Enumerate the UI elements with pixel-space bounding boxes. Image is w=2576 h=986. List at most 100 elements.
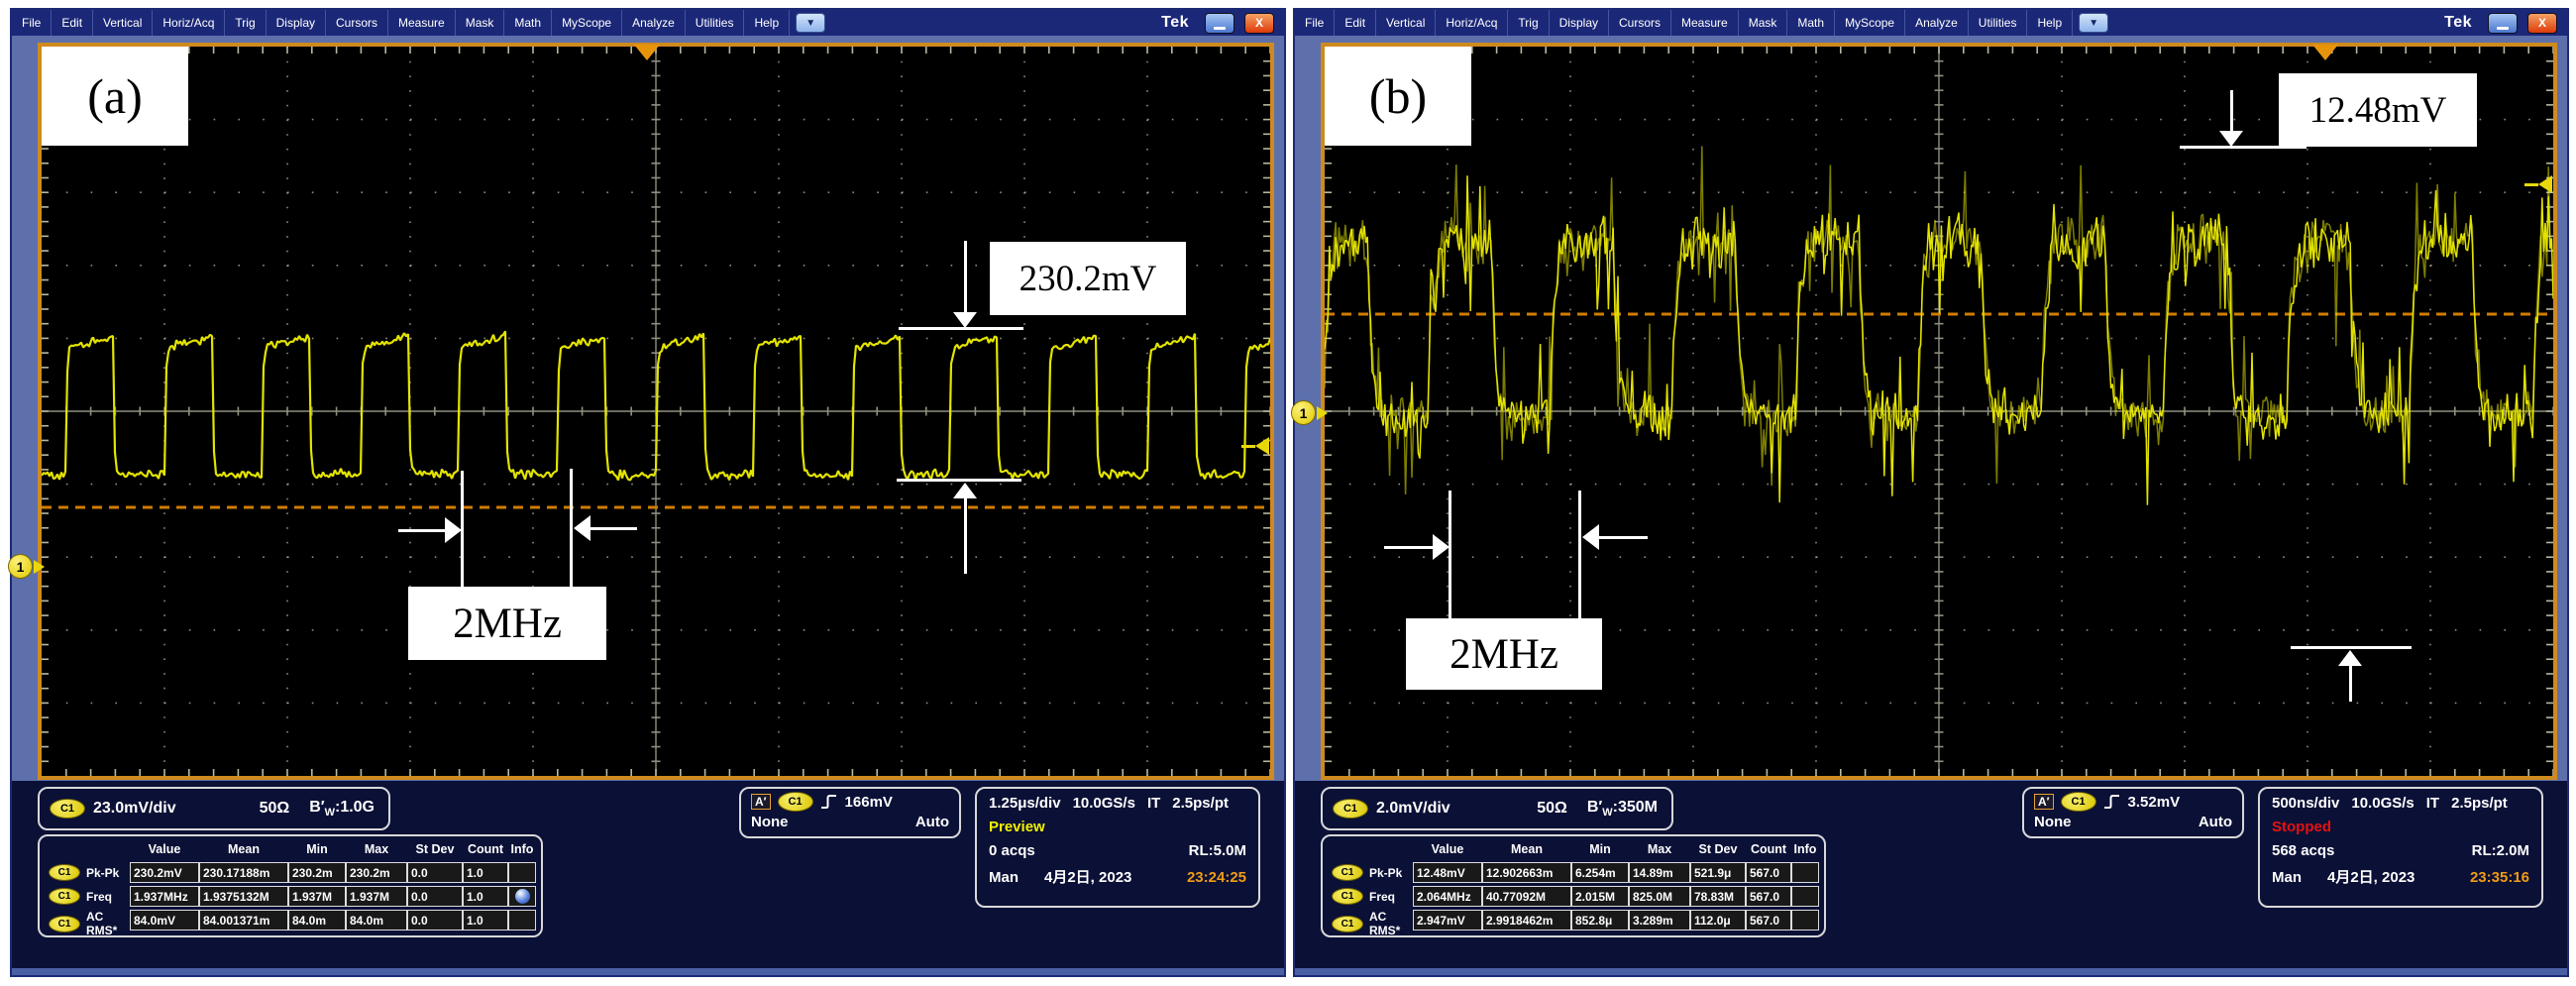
menu-item-cursors[interactable]: Cursors [326,10,388,36]
menu-item-help[interactable]: Help [744,10,790,36]
date: 4月2日, 2023 [2327,866,2415,887]
col-header-stdev: St Dev [1690,839,1746,859]
acquisition-status: Preview [989,819,1246,835]
channel-marker-arrow-icon [1317,406,1328,420]
table-cell: 852.8μ [1571,910,1629,931]
trigger-level-arrow[interactable] [2524,175,2552,193]
minimize-button[interactable] [2488,13,2518,34]
table-cell: 14.89m [1629,862,1690,883]
menu-item-vertical[interactable]: Vertical [1376,10,1436,36]
channel-1-marker[interactable]: 1 [1291,400,1328,425]
date: 4月2日, 2023 [1044,866,1131,887]
menu-item-horiz-acq[interactable]: Horiz/Acq [1436,10,1508,36]
channel-marker-arrow-icon [34,560,45,574]
trigger-position-marker[interactable] [634,45,660,60]
menu-item-display[interactable]: Display [1550,10,1609,36]
channel-1-marker[interactable]: 1 [8,554,45,579]
table-cell: 3.289m [1629,910,1690,931]
menu-item-display[interactable]: Display [267,10,326,36]
menu-item-measure[interactable]: Measure [388,10,456,36]
menu-item-analyze[interactable]: Analyze [1905,10,1969,36]
table-cell-info [508,886,536,907]
trigger-readout[interactable]: A′ C1 166mV None Auto [739,787,961,838]
table-cell: 2.9918462m [1482,910,1571,931]
trigger-readout[interactable]: A′ C1 3.52mV None Auto [2022,787,2244,838]
menu-item-utilities[interactable]: Utilities [686,10,745,36]
trigger-mode: None [2034,814,2072,830]
amplitude-arrow-up-icon [953,483,977,574]
menu-dropdown-button[interactable]: ▼ [2079,13,2108,33]
close-button[interactable]: X [2527,13,2557,34]
table-cell: 0.0 [407,862,463,883]
menu-item-horiz-acq[interactable]: Horiz/Acq [153,10,225,36]
table-cell: 2.064MHz [1413,886,1482,907]
table-cell: 521.9μ [1690,862,1746,883]
trigger-position-marker[interactable] [2312,45,2338,60]
horizontal-scale: 1.25μs/div [989,795,1061,812]
trigger-a-chip: A′ [2034,794,2054,810]
menu-item-trig[interactable]: Trig [1508,10,1549,36]
menu-item-math[interactable]: Math [1787,10,1835,36]
menu-item-file[interactable]: File [12,10,52,36]
bandwidth-limit: B′W:1.0G [309,799,375,819]
table-cell: 230.2mV [130,862,199,883]
menu-item-vertical[interactable]: Vertical [93,10,153,36]
table-cell: 1.0 [463,862,508,883]
minimize-button[interactable] [1205,13,1234,34]
screenshot-stage: FileEditVerticalHoriz/AcqTrigDisplayCurs… [0,0,2576,986]
col-header-count: Count [1746,839,1791,859]
table-cell: 78.83M [1690,886,1746,907]
menu-item-math[interactable]: Math [504,10,552,36]
measurement-table[interactable]: Value Mean Min Max St Dev Count Info C1P… [1321,834,1826,937]
menu-item-edit[interactable]: Edit [1335,10,1376,36]
menu-item-myscope[interactable]: MyScope [552,10,622,36]
col-header-info: Info [1791,839,1819,859]
table-cell: 84.001371m [199,910,288,931]
menu-item-cursors[interactable]: Cursors [1609,10,1671,36]
menu-item-utilities[interactable]: Utilities [1969,10,2028,36]
menu-item-analyze[interactable]: Analyze [622,10,686,36]
table-cell: 112.0μ [1690,910,1746,931]
measurement-table[interactable]: Value Mean Min Max St Dev Count Info C1P… [38,834,543,937]
trigger-mode-label: Man [989,869,1019,886]
menu-item-myscope[interactable]: MyScope [1835,10,1905,36]
menu-item-mask[interactable]: Mask [456,10,505,36]
table-cell: 2.947mV [1413,910,1482,931]
col-header-mean: Mean [1482,839,1571,859]
close-button[interactable]: X [1244,13,1274,34]
channel-readout[interactable]: C1 23.0mV/div 50Ω B′W:1.0G [38,787,390,830]
menu-item-help[interactable]: Help [2027,10,2073,36]
table-cell-info [1791,910,1819,931]
table-cell-info [1791,886,1819,907]
sampling-mode: IT [1147,795,1160,812]
menu-items: FileEditVerticalHoriz/AcqTrigDisplayCurs… [1295,10,2073,36]
table-cell: 1.937M [288,886,346,907]
table-cell: 84.0m [288,910,346,931]
table-cell: 1.937MHz [130,886,199,907]
menu-item-trig[interactable]: Trig [225,10,266,36]
trigger-level-arrow[interactable] [1241,437,1269,455]
amplitude-bottom-line [897,479,1021,482]
measurement-row-label: C1AC RMS* [1330,910,1413,937]
channel-1-badge: 1 [8,554,33,579]
table-cell: 825.0M [1629,886,1690,907]
menu-item-file[interactable]: File [1295,10,1335,36]
menu-item-edit[interactable]: Edit [52,10,93,36]
oscilloscope-window: FileEditVerticalHoriz/AcqTrigDisplayCurs… [1293,8,2569,977]
input-impedance: 50Ω [260,800,290,818]
menu-item-measure[interactable]: Measure [1671,10,1739,36]
clock: 23:35:16 [2470,869,2529,886]
channel-readout[interactable]: C1 2.0mV/div 50Ω B′W:350M [1321,787,1673,830]
sampling-mode: IT [2426,795,2439,812]
col-header-info: Info [508,839,536,859]
table-cell: 2.015M [1571,886,1629,907]
menu-item-mask[interactable]: Mask [1739,10,1788,36]
display-frame: 1 (a) 230.2mV 2MHz [12,36,1284,781]
period-arrow-left-icon [1582,524,1648,550]
timebase-readout[interactable]: 500ns/div 10.0GS/s IT 2.5ps/pt Stopped 5… [2258,787,2543,908]
help-icon[interactable] [515,889,530,904]
menu-bar: FileEditVerticalHoriz/AcqTrigDisplayCurs… [12,10,1284,36]
timebase-readout[interactable]: 1.25μs/div 10.0GS/s IT 2.5ps/pt Preview … [975,787,1260,908]
menu-dropdown-button[interactable]: ▼ [796,13,825,33]
record-length: RL:2.0M [2472,842,2529,859]
